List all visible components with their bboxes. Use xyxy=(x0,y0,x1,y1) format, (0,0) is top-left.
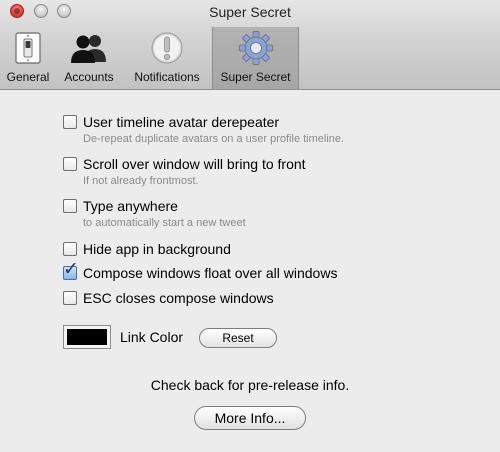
super-secret-pane: User timeline avatar derepeater De-repea… xyxy=(0,90,500,452)
reset-button[interactable]: Reset xyxy=(199,328,277,348)
avatar-derepeater-checkbox[interactable] xyxy=(63,115,77,129)
exclamation-icon xyxy=(147,30,187,66)
option-description: If not already frontmost. xyxy=(83,175,199,187)
hide-app-checkbox[interactable] xyxy=(63,242,77,256)
tab-accounts[interactable]: Accounts xyxy=(56,27,122,88)
type-anywhere-checkbox[interactable] xyxy=(63,199,77,213)
option-description: De-repeat duplicate avatars on a user pr… xyxy=(83,133,345,145)
tab-general[interactable]: General xyxy=(0,27,56,88)
preferences-window: Super Secret General Accounts Notificati… xyxy=(0,0,500,452)
tab-super-secret-label: Super Secret xyxy=(220,70,291,84)
tab-super-secret[interactable]: Super Secret xyxy=(212,27,299,89)
checkmark-icon: ✓ xyxy=(63,259,79,280)
window-title: Super Secret xyxy=(209,4,291,20)
option-label: Scroll over window will bring to front xyxy=(83,156,306,172)
scroll-bring-to-front-checkbox[interactable] xyxy=(63,157,77,171)
title-bar: Super Secret General Accounts Notificati… xyxy=(0,0,500,90)
option-label: Type anywhere xyxy=(83,198,178,214)
tab-general-label: General xyxy=(6,70,50,84)
link-color-well[interactable] xyxy=(63,325,111,349)
compose-float-checkbox[interactable]: ✓ xyxy=(63,260,79,280)
pre-release-message: Check back for pre-release info. xyxy=(150,377,350,393)
gear-icon xyxy=(236,30,276,66)
option-label: Compose windows float over all windows xyxy=(83,265,338,281)
link-color-label: Link Color xyxy=(120,329,184,345)
option-label: User timeline avatar derepeater xyxy=(83,114,280,130)
tab-notifications[interactable]: Notifications xyxy=(122,27,212,88)
light-switch-icon xyxy=(8,30,48,66)
link-color-swatch xyxy=(67,329,107,345)
option-description: to automatically start a new tweet xyxy=(83,217,246,229)
tab-accounts-label: Accounts xyxy=(64,70,114,84)
option-label: ESC closes compose windows xyxy=(83,290,274,306)
option-label: Hide app in background xyxy=(83,241,231,257)
tab-notifications-label: Notifications xyxy=(134,70,200,84)
people-icon xyxy=(69,30,109,66)
esc-closes-checkbox[interactable] xyxy=(63,291,77,305)
more-info-button[interactable]: More Info... xyxy=(194,406,306,430)
preferences-toolbar: General Accounts Notifications Super Sec… xyxy=(0,27,299,90)
